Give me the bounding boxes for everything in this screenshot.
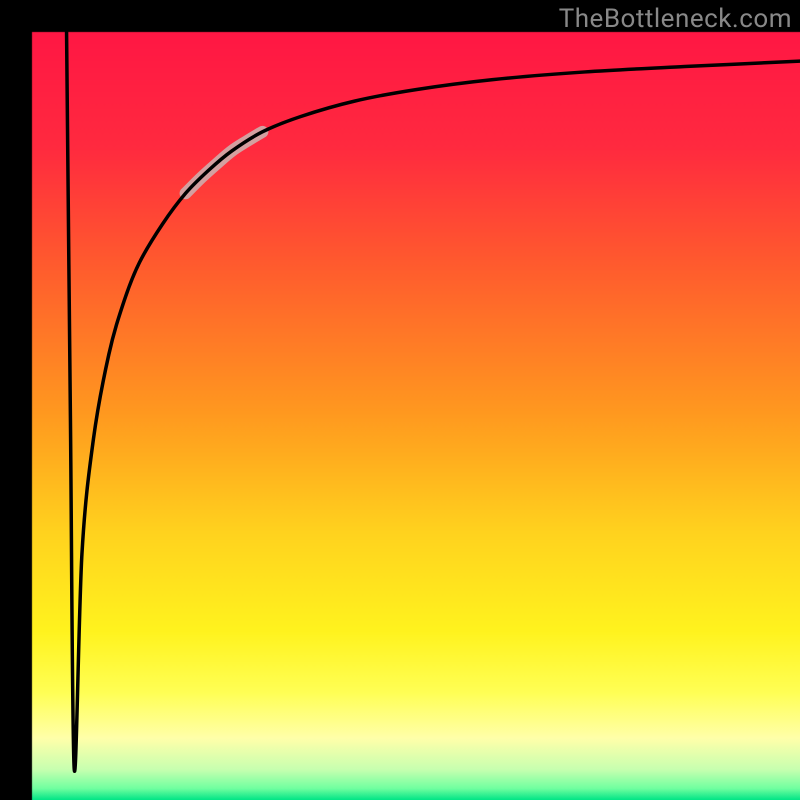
watermark-text: TheBottleneck.com: [559, 4, 792, 34]
chart-container: TheBottleneck.com: [0, 0, 800, 800]
chart-background: [0, 0, 800, 800]
